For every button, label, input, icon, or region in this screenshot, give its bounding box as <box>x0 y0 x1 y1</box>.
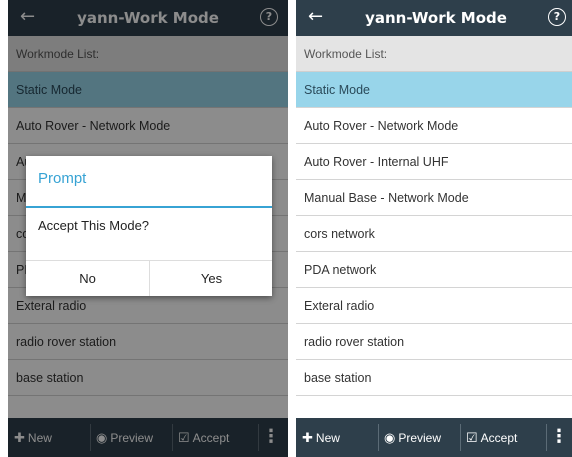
list-item[interactable]: Exteral radio <box>296 288 572 324</box>
toolbar-divider <box>546 424 547 451</box>
new-icon: ✚ <box>302 430 313 445</box>
checkbox-icon: ☑ <box>466 430 478 445</box>
prompt-dialog: Prompt Accept This Mode? No Yes <box>26 156 272 296</box>
yes-button[interactable]: Yes <box>150 261 273 296</box>
list-item[interactable]: radio rover station <box>296 324 572 360</box>
list-item[interactable]: PDA network <box>296 252 572 288</box>
toolbar-divider <box>460 424 461 451</box>
screen-list: ← yann-Work Mode ? Workmode List: Static… <box>296 0 572 457</box>
preview-label: Preview <box>398 431 442 445</box>
list-item[interactable]: base station <box>296 360 572 396</box>
list-item[interactable]: Static Mode <box>296 72 572 108</box>
workmode-list-header: Workmode List: <box>296 36 572 72</box>
list-item[interactable]: Default: Auto Base-External Radio <box>296 396 572 408</box>
no-button[interactable]: No <box>26 261 149 296</box>
help-icon[interactable]: ? <box>548 8 566 26</box>
dialog-message: Accept This Mode? <box>38 218 150 233</box>
list-item[interactable]: Auto Rover - Network Mode <box>296 108 572 144</box>
page-title: yann-Work Mode <box>365 9 507 27</box>
new-label: New <box>315 431 340 445</box>
accept-button[interactable]: ☑ Accept <box>466 418 517 457</box>
list-item[interactable]: cors network <box>296 216 572 252</box>
more-options-icon[interactable]: ⋮ <box>550 418 568 457</box>
bottom-toolbar: ✚ New ◉ Preview ☑ Accept ⋮ <box>296 418 572 457</box>
accept-label: Accept <box>480 431 518 445</box>
dialog-title: Prompt <box>38 170 87 187</box>
list-item[interactable]: Auto Rover - Internal UHF <box>296 144 572 180</box>
toolbar-divider <box>378 424 379 451</box>
workmode-list: Static Mode Auto Rover - Network Mode Au… <box>296 72 572 408</box>
new-button[interactable]: ✚ New <box>302 418 340 457</box>
screen-with-dialog: ← yann-Work Mode ? Workmode List: Static… <box>8 0 288 457</box>
title-bar: ← yann-Work Mode ? <box>296 0 572 36</box>
back-arrow-icon[interactable]: ← <box>308 7 323 27</box>
list-item[interactable]: Manual Base - Network Mode <box>296 180 572 216</box>
dialog-title-divider <box>26 206 272 208</box>
eye-icon: ◉ <box>384 430 396 445</box>
preview-button[interactable]: ◉ Preview <box>384 418 441 457</box>
